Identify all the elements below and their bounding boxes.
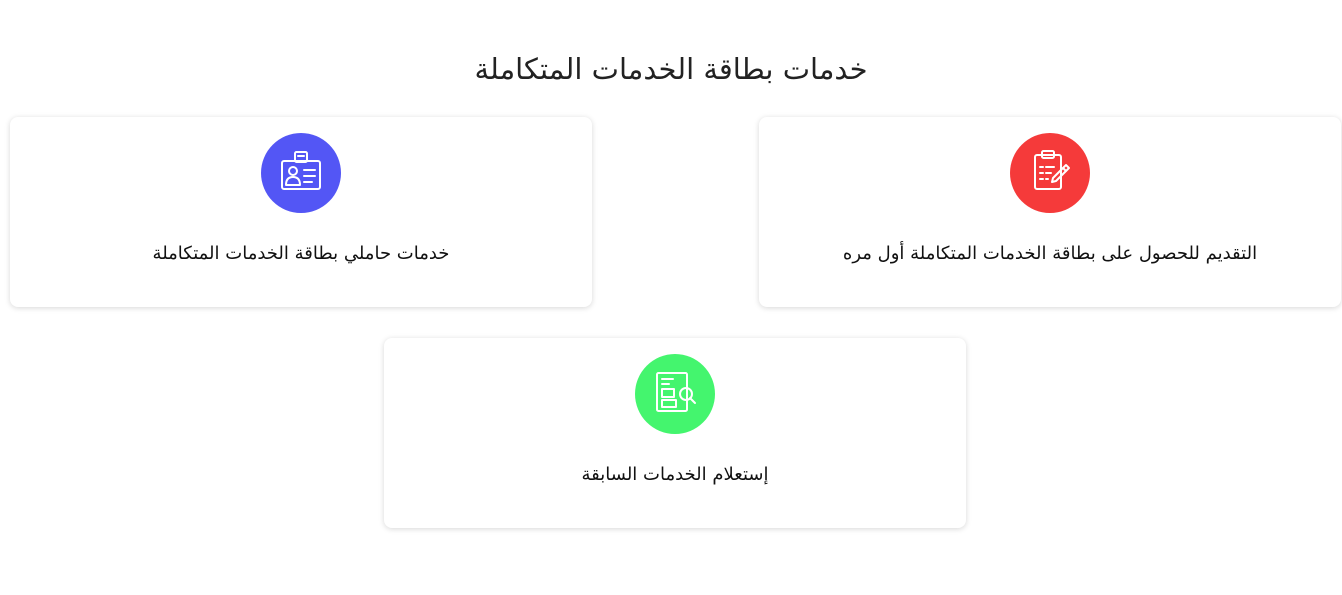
card-inquire-previous-services[interactable]: إستعلام الخدمات السابقة: [384, 338, 966, 528]
document-search-icon: [651, 368, 699, 420]
page-title: خدمات بطاقة الخدمات المتكاملة: [474, 52, 868, 86]
id-badge-icon: [277, 147, 325, 199]
card-label: التقديم للحصول على بطاقة الخدمات المتكام…: [842, 243, 1258, 264]
card-label: إستعلام الخدمات السابقة: [581, 464, 769, 485]
card-holder-services[interactable]: خدمات حاملي بطاقة الخدمات المتكاملة: [10, 117, 592, 307]
icon-circle: [1010, 133, 1090, 213]
icon-circle: [261, 133, 341, 213]
card-label: خدمات حاملي بطاقة الخدمات المتكاملة: [152, 243, 450, 264]
clipboard-edit-icon: [1026, 147, 1074, 199]
icon-circle: [635, 354, 715, 434]
page: خدمات بطاقة الخدمات المتكاملة التقديم لل…: [0, 0, 1342, 595]
card-apply-first-time[interactable]: التقديم للحصول على بطاقة الخدمات المتكام…: [759, 117, 1341, 307]
